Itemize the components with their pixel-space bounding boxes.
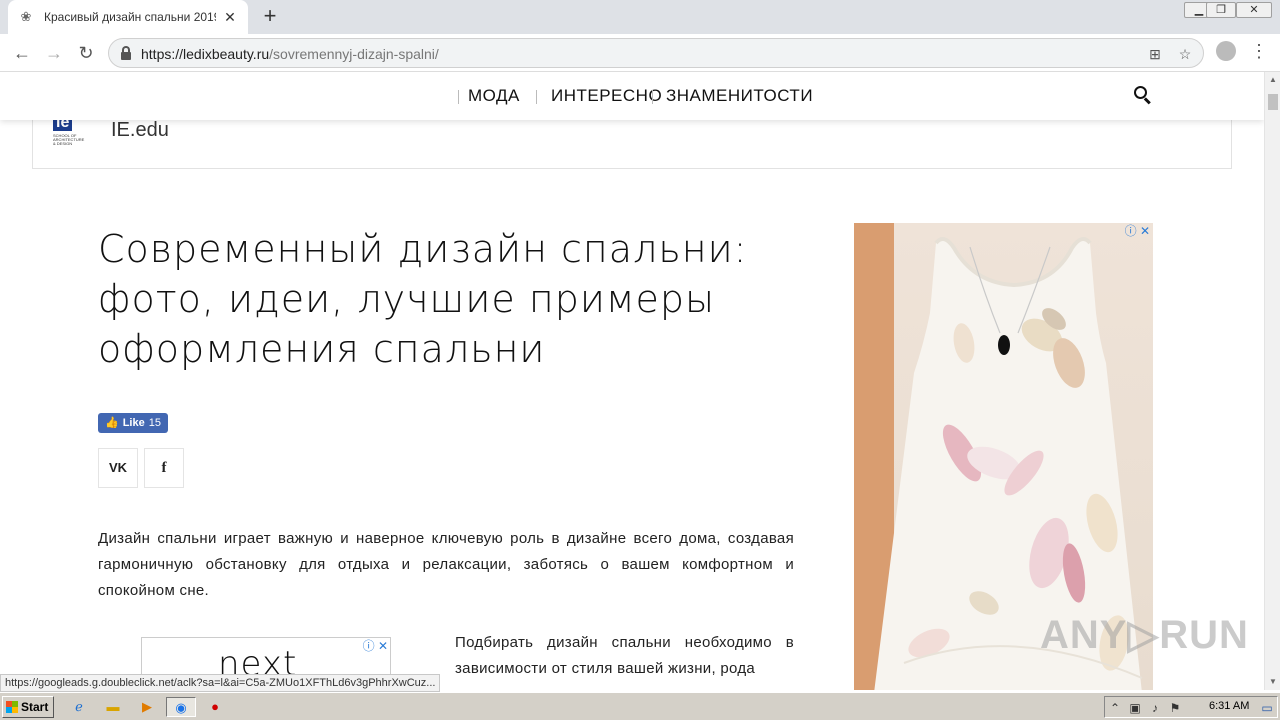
nav-item-znamenitosti[interactable]: ЗНАМЕНИТОСТИ	[666, 86, 813, 106]
article-paragraph: Дизайн спальни играет важную и наверное …	[98, 530, 794, 599]
site-navigation: МОДА ИНТЕРЕСНО ЗНАМЕНИТОСТИ	[0, 72, 1264, 120]
scroll-up-arrow-icon[interactable]: ▲	[1265, 72, 1280, 88]
browser-tab-strip: ❀ Красивый дизайн спальни 2019-20 ✕ + ▁ …	[0, 0, 1280, 34]
system-tray: ⌃ ▣ ♪ ⚑ 6:31 AM ▭	[1104, 696, 1278, 718]
link-status-bubble: https://googleads.g.doubleclick.net/aclk…	[0, 674, 441, 692]
url-text[interactable]: https://ledixbeauty.ru/sovremennyj-dizaj…	[141, 46, 439, 62]
scroll-thumb[interactable]	[1268, 94, 1278, 110]
windows-taskbar: Start ℯ ▬ ▶ ◉ ● ⌃ ▣ ♪ ⚑ 6:31 AM ▭	[0, 692, 1280, 720]
chrome-taskbar-icon[interactable]: ◉	[166, 697, 196, 717]
site-favicon-icon: ❀	[20, 9, 32, 24]
internet-explorer-icon[interactable]: ℯ	[68, 697, 90, 717]
anyrun-watermark: ANY▷RUN	[1040, 613, 1249, 657]
tray-expand-icon[interactable]: ⌃	[1107, 700, 1123, 716]
start-button[interactable]: Start	[2, 696, 54, 718]
adchoices-icon[interactable]: ⓘ ✕	[360, 639, 388, 653]
network-icon[interactable]: ▣	[1127, 700, 1143, 716]
show-desktop-icon[interactable]: ▭	[1259, 700, 1275, 716]
restore-button[interactable]: ❐	[1206, 2, 1236, 18]
article-title: Современный дизайн спальни: фото, идеи, …	[98, 227, 748, 371]
forward-button[interactable]: →	[42, 41, 66, 65]
scroll-down-arrow-icon[interactable]: ▼	[1265, 674, 1280, 690]
page-scrollbar[interactable]: ▲ ▼	[1264, 72, 1280, 690]
address-bar[interactable]: https://ledixbeauty.ru/sovremennyj-dizaj…	[108, 38, 1204, 68]
new-tab-button[interactable]: +	[258, 5, 282, 29]
sponsor-name[interactable]: IE.edu	[111, 119, 169, 142]
adchoices-icon[interactable]: ⓘ ✕	[1122, 224, 1150, 238]
opera-icon[interactable]: ●	[204, 697, 226, 717]
nav-divider	[652, 90, 653, 104]
close-tab-icon[interactable]: ✕	[222, 9, 238, 25]
like-count: 15	[148, 417, 161, 429]
browser-toolbar: ← → ↻ https://ledixbeauty.ru/sovremennyj…	[0, 34, 1280, 72]
translate-icon[interactable]: ⊞	[1145, 44, 1165, 64]
article-paragraph: Подбирать дизайн спальни необходимо в за…	[455, 634, 794, 677]
nav-item-moda[interactable]: МОДА	[468, 86, 520, 106]
nav-divider	[536, 90, 537, 104]
page-viewport: ie SCHOOL OF ARCHITECTURE & DESIGN IE.ed…	[0, 72, 1264, 690]
folder-icon[interactable]: ▬	[102, 697, 124, 717]
action-center-flag-icon[interactable]: ⚑	[1167, 700, 1183, 716]
taskbar-clock: 6:31 AM	[1209, 700, 1250, 712]
back-button[interactable]: ←	[10, 41, 34, 65]
lock-icon[interactable]	[121, 46, 131, 60]
thumbs-up-icon: 👍	[105, 417, 119, 429]
facebook-icon: f	[161, 460, 167, 476]
browser-tab[interactable]: ❀ Красивый дизайн спальни 2019-20 ✕	[8, 0, 248, 34]
media-player-icon[interactable]: ▶	[136, 697, 158, 717]
facebook-share-button[interactable]: f	[144, 448, 184, 488]
volume-icon[interactable]: ♪	[1147, 700, 1163, 716]
facebook-like-button[interactable]: 👍 Like 15	[98, 413, 168, 433]
search-icon[interactable]	[1134, 86, 1152, 105]
profile-avatar-icon[interactable]	[1216, 41, 1236, 61]
vk-icon: VK	[108, 460, 128, 475]
nav-divider	[458, 90, 459, 104]
bookmark-star-icon[interactable]: ☆	[1175, 44, 1195, 64]
nav-item-interesno[interactable]: ИНТЕРЕСНО	[551, 86, 662, 106]
reload-button[interactable]: ↻	[74, 41, 98, 65]
browser-menu-icon[interactable]: ⋮	[1250, 40, 1268, 64]
close-window-button[interactable]: ✕	[1236, 2, 1272, 18]
tab-title: Красивый дизайн спальни 2019-20	[44, 10, 216, 24]
vk-share-button[interactable]: VK	[98, 448, 138, 488]
